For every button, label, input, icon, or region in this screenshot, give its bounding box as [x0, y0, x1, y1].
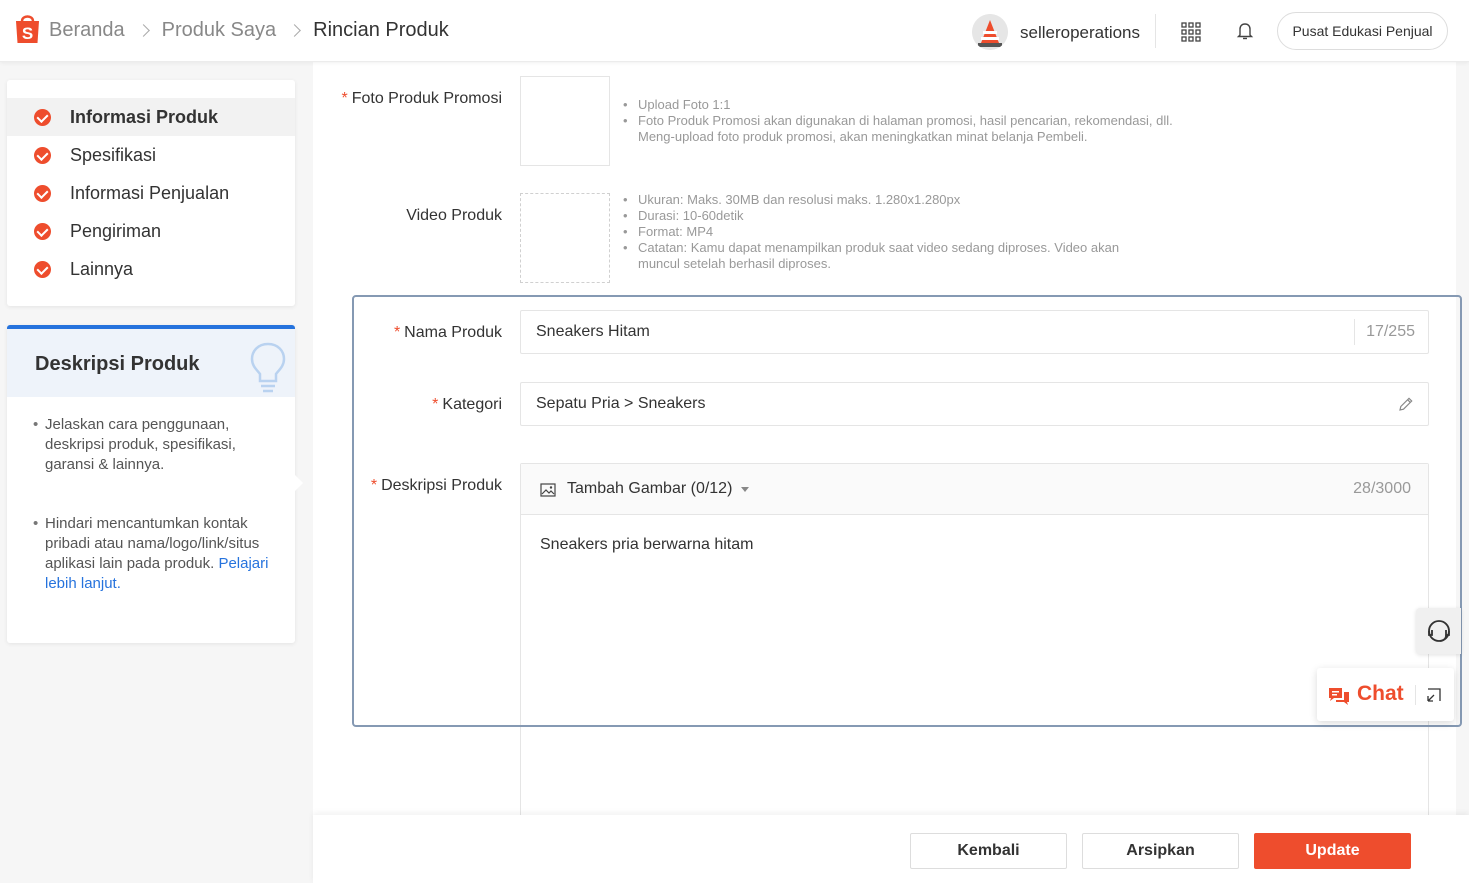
lightbulb-icon: [250, 342, 286, 393]
apps-grid-icon[interactable]: [1181, 22, 1201, 42]
video-label: Video Produk: [406, 207, 502, 224]
form-steps-nav: Informasi Produk Spesifikasi Informasi P…: [7, 80, 295, 306]
video-upload[interactable]: [520, 193, 610, 283]
step-specification[interactable]: Spesifikasi: [7, 136, 295, 174]
chat-bubble-icon: [1329, 688, 1349, 705]
top-header: S Beranda Produk Saya Rincian Produk sel…: [0, 0, 1469, 62]
hint-item: Ukuran: Maks. 30MB dan resolusi maks. 1.…: [621, 192, 1151, 208]
description-editor[interactable]: Tambah Gambar (0/12) 28/3000 Sneakers pr…: [520, 463, 1429, 823]
hint-item: Upload Foto 1:1: [621, 97, 1201, 113]
product-name-label: * Nama Produk: [393, 324, 502, 341]
image-icon[interactable]: [540, 483, 556, 497]
add-image-dropdown[interactable]: Tambah Gambar (0/12): [567, 480, 732, 498]
pencil-icon[interactable]: [1398, 396, 1414, 412]
breadcrumb-current: Rincian Produk: [313, 19, 449, 41]
description-label: * Deskripsi Produk: [370, 477, 502, 494]
check-circle-icon: [34, 185, 51, 202]
chat-widget[interactable]: Chat: [1317, 668, 1454, 721]
description-text[interactable]: Sneakers pria berwarna hitam: [540, 536, 753, 554]
step-product-info[interactable]: Informasi Produk: [7, 98, 295, 136]
customer-support-button[interactable]: [1416, 608, 1461, 654]
tip-text: Jelaskan cara penggunaan, deskripsi prod…: [33, 415, 273, 475]
back-button[interactable]: Kembali: [910, 833, 1067, 869]
breadcrumb-home[interactable]: Beranda: [49, 19, 125, 42]
promo-photo-hints: Upload Foto 1:1 Foto Produk Promosi akan…: [621, 97, 1201, 145]
step-sales-info[interactable]: Informasi Penjualan: [7, 174, 295, 212]
expand-icon[interactable]: [1427, 688, 1441, 702]
step-label: Informasi Produk: [70, 106, 219, 127]
chat-divider: [1415, 685, 1416, 705]
caret-down-icon[interactable]: [741, 487, 749, 492]
hint-item: Format: MP4: [621, 224, 1151, 240]
check-circle-icon: [34, 223, 51, 240]
chevron-right-icon: [288, 24, 302, 37]
hint-item: Catatan: Kamu dapat menampilkan produk s…: [621, 240, 1151, 272]
step-shipping[interactable]: Pengiriman: [7, 212, 295, 250]
description-tips-card: Deskripsi Produk Jelaskan cara penggunaa…: [7, 325, 295, 643]
hint-item: Durasi: 10-60detik: [621, 208, 1151, 224]
username[interactable]: selleroperations: [1020, 23, 1140, 43]
breadcrumb-my-products[interactable]: Produk Saya: [162, 19, 277, 42]
avatar-icon: [972, 14, 1008, 50]
check-circle-icon: [34, 147, 51, 164]
svg-text:S: S: [22, 24, 33, 43]
editor-toolbar: Tambah Gambar (0/12) 28/3000: [521, 464, 1428, 515]
video-hints: Ukuran: Maks. 30MB dan resolusi maks. 1.…: [621, 192, 1151, 272]
promo-photo-label: * Foto Produk Promosi: [341, 90, 502, 107]
category-selector[interactable]: Sepatu Pria > Sneakers: [520, 382, 1429, 426]
char-counter: 17/255: [1354, 319, 1428, 345]
step-label: Spesifikasi: [70, 144, 157, 165]
seller-education-button[interactable]: Pusat Edukasi Penjual: [1277, 12, 1448, 50]
headset-icon: [1427, 620, 1450, 642]
step-label: Informasi Penjualan: [70, 182, 230, 203]
bottom-action-bar: Kembali Arsipkan Update: [313, 815, 1469, 883]
tips-title: Deskripsi Produk: [35, 353, 200, 375]
avatar[interactable]: [972, 14, 1008, 50]
step-others[interactable]: Lainnya: [7, 250, 295, 288]
product-name-value: Sneakers Hitam: [536, 323, 650, 340]
bell-icon[interactable]: [1235, 21, 1255, 41]
step-label: Pengiriman: [70, 220, 162, 241]
chevron-right-icon: [136, 24, 150, 37]
category-value: Sepatu Pria > Sneakers: [536, 395, 706, 412]
step-label: Lainnya: [70, 258, 134, 279]
product-name-input[interactable]: Sneakers Hitam 17/255: [520, 310, 1429, 354]
tips-header: Deskripsi Produk: [7, 325, 295, 397]
chat-label: Chat: [1357, 682, 1404, 705]
hint-item: Foto Produk Promosi akan digunakan di ha…: [621, 113, 1201, 145]
description-counter: 28/3000: [1353, 480, 1411, 497]
archive-button[interactable]: Arsipkan: [1082, 833, 1239, 869]
tip-text: Hindari mencantumkan kontak pribadi atau…: [33, 514, 273, 594]
category-label: * Kategori: [432, 396, 502, 413]
check-circle-icon: [34, 109, 51, 126]
breadcrumb: Beranda Produk Saya Rincian Produk: [49, 19, 449, 42]
check-circle-icon: [34, 261, 51, 278]
header-divider: [1155, 14, 1156, 48]
update-button[interactable]: Update: [1254, 833, 1411, 869]
promo-photo-upload[interactable]: [520, 76, 610, 166]
tips-pointer: [295, 475, 303, 491]
shopee-logo-icon[interactable]: S: [13, 12, 42, 44]
